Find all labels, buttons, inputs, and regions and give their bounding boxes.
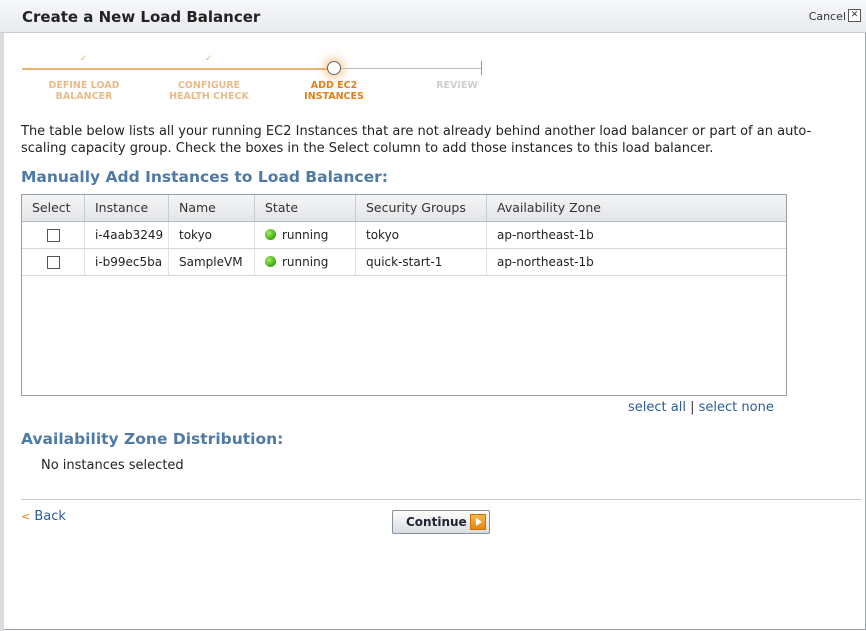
dialog-titlebar: Create a New Load Balancer Cancel ✕ xyxy=(0,0,866,33)
cancel-link[interactable]: Cancel xyxy=(809,10,846,23)
select-none-link[interactable]: select none xyxy=(699,400,774,415)
state-label: running xyxy=(282,255,329,269)
column-header-security-groups[interactable]: Security Groups xyxy=(356,195,487,221)
column-header-state[interactable]: State xyxy=(255,195,356,221)
wizard-progress-end-tick xyxy=(481,61,482,75)
wizard-step-label: DEFINE LOAD BALANCER xyxy=(48,80,120,102)
instance-name-cell: tokyo xyxy=(169,222,255,248)
instance-select-checkbox[interactable] xyxy=(47,229,60,242)
instance-name-cell: SampleVM xyxy=(169,249,255,275)
back-link[interactable]: < Back xyxy=(21,509,66,524)
security-group-cell: tokyo xyxy=(356,222,487,248)
table-header: Select Instance Name State Security Grou… xyxy=(22,195,786,222)
wizard-step-add-ec2-instances: ADD EC2 INSTANCES xyxy=(294,80,374,102)
select-all-link[interactable]: select all xyxy=(628,400,686,415)
select-cell xyxy=(22,222,85,248)
intro-text: The table below lists all your running E… xyxy=(21,124,812,156)
instance-select-checkbox[interactable] xyxy=(47,256,60,269)
footer-divider xyxy=(21,499,862,500)
instance-state-cell: running xyxy=(255,249,356,275)
select-cell xyxy=(22,249,85,275)
back-label: Back xyxy=(34,509,66,524)
running-status-icon xyxy=(265,256,276,267)
column-header-availability-zone[interactable]: Availability Zone xyxy=(487,195,786,221)
wizard-step-define-load-balancer: DEFINE LOAD BALANCER xyxy=(40,80,128,102)
dialog-title: Create a New Load Balancer xyxy=(22,8,261,26)
column-header-name[interactable]: Name xyxy=(169,195,255,221)
running-status-icon xyxy=(265,229,276,240)
step-complete-check-icon: ✓ xyxy=(80,54,88,64)
security-group-cell: quick-start-1 xyxy=(356,249,487,275)
instance-id-cell: i-4aab3249 xyxy=(85,222,169,248)
availability-zone-cell: ap-northeast-1b xyxy=(497,228,594,242)
wizard-step-label: REVIEW xyxy=(436,80,478,91)
state-label: running xyxy=(282,228,329,242)
wizard-progress-remaining-line xyxy=(335,68,482,69)
column-header-select[interactable]: Select xyxy=(22,195,85,221)
back-chevron-icon: < xyxy=(21,510,31,523)
step-complete-check-icon: ✓ xyxy=(205,54,213,64)
table-row: i-b99ec5ba SampleVM running quick-start-… xyxy=(22,249,786,276)
table-row: i-4aab3249 tokyo running tokyo ap-northe… xyxy=(22,222,786,249)
wizard-progress-done-line xyxy=(22,68,335,70)
wizard-step-label: ADD EC2 INSTANCES xyxy=(304,80,364,102)
instance-state-cell: running xyxy=(255,222,356,248)
manual-add-section-title: Manually Add Instances to Load Balancer: xyxy=(21,168,388,186)
close-icon[interactable]: ✕ xyxy=(848,9,861,22)
no-instances-selected-text: No instances selected xyxy=(41,458,184,473)
wizard-step-review: REVIEW xyxy=(427,80,487,91)
wizard-step-label: CONFIGURE HEALTH CHECK xyxy=(169,80,249,102)
continue-button-label: Continue xyxy=(406,515,467,529)
current-step-marker-icon xyxy=(327,61,341,75)
play-arrow-icon xyxy=(470,514,486,530)
column-header-instance[interactable]: Instance xyxy=(85,195,169,221)
instances-table: Select Instance Name State Security Grou… xyxy=(21,194,787,396)
dialog-left-border xyxy=(0,33,4,631)
selection-links: select all | select none xyxy=(628,400,774,415)
availability-zone-cell: ap-northeast-1b xyxy=(497,255,594,269)
wizard-step-configure-health-check: CONFIGURE HEALTH CHECK xyxy=(160,80,258,102)
az-distribution-section-title: Availability Zone Distribution: xyxy=(21,430,284,448)
instance-id-cell: i-b99ec5ba xyxy=(85,249,169,275)
continue-button[interactable]: Continue xyxy=(392,510,490,534)
link-separator: | xyxy=(690,400,695,415)
